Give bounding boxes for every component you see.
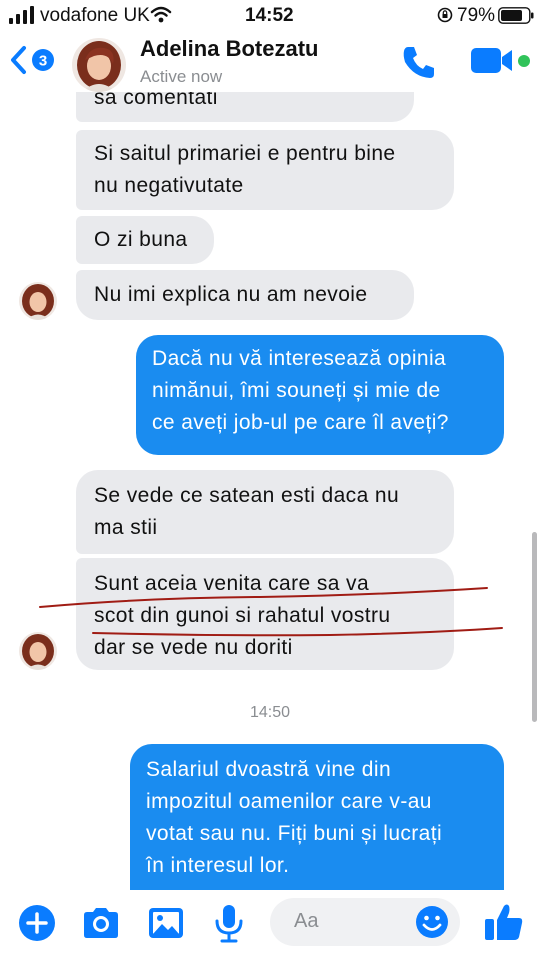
clock-label: 14:52 <box>245 5 294 26</box>
message-text: Se vede ce satean esti daca nu ma stii <box>94 484 400 539</box>
emoji-icon[interactable] <box>414 904 450 940</box>
gallery-icon[interactable] <box>145 902 187 944</box>
message-text: Nu imi explica nu am nevoie <box>94 283 368 306</box>
plus-icon[interactable] <box>16 902 58 944</box>
message-text: Sunt aceia venita care sa va scot din gu… <box>94 572 391 659</box>
message-bubble-incoming[interactable]: O zi buna <box>76 216 214 264</box>
message-text: Dacă nu vă interesează opinia nimănui, î… <box>152 347 449 434</box>
message-bubble-incoming[interactable]: Nu imi explica nu am nevoie <box>76 270 414 320</box>
message-list[interactable]: sa comentati Si saitul primariei e pentr… <box>0 92 540 890</box>
video-camera-icon[interactable] <box>470 45 532 77</box>
message-bubble-outgoing[interactable]: Salariul dvoastră vine din impozitul oam… <box>130 744 504 890</box>
message-text: sa comentati <box>94 92 218 109</box>
wifi-icon <box>150 6 172 23</box>
message-text: Si saitul primariei e pentru bine nu neg… <box>94 142 396 197</box>
chat-header: 3 Adelina Botezatu Active now <box>0 30 540 92</box>
phone-icon[interactable] <box>400 43 438 81</box>
message-timestamp: 14:50 <box>249 704 291 721</box>
contact-avatar-small[interactable] <box>19 282 57 320</box>
presence-status: Active now <box>140 67 223 86</box>
contact-avatar-small[interactable] <box>19 632 57 670</box>
composer-bar: Aa <box>0 890 540 960</box>
rotation-lock-icon <box>437 7 453 23</box>
unread-count: 3 <box>39 53 47 70</box>
thumbs-up-icon[interactable] <box>482 900 526 944</box>
message-bubble-incoming[interactable]: Sunt aceia venita care sa va scot din gu… <box>76 558 454 670</box>
message-bubble-incoming[interactable]: Se vede ce satean esti daca nu ma stii <box>76 470 454 554</box>
signal-icon <box>9 6 34 24</box>
message-bubble-incoming[interactable]: sa comentati <box>76 92 414 122</box>
contact-name: Adelina Botezatu <box>140 36 319 61</box>
message-bubble-incoming[interactable]: Si saitul primariei e pentru bine nu neg… <box>76 130 454 210</box>
microphone-icon[interactable] <box>208 902 250 944</box>
battery-percent: 79% <box>457 5 496 26</box>
message-input[interactable]: Aa <box>270 898 460 946</box>
scrollbar[interactable] <box>532 532 537 722</box>
message-input-placeholder: Aa <box>294 910 319 932</box>
carrier-label: vodafone UK <box>40 5 150 26</box>
camera-icon[interactable] <box>80 902 122 944</box>
message-bubble-outgoing[interactable]: Dacă nu vă interesează opinia nimănui, î… <box>136 335 504 455</box>
contact-avatar[interactable] <box>72 38 126 92</box>
status-bar: vodafone UK 14:52 79% <box>0 0 540 30</box>
back-chevron-icon[interactable]: 3 <box>6 44 61 76</box>
battery-icon <box>498 7 534 24</box>
message-text: Salariul dvoastră vine din impozitul oam… <box>146 758 443 877</box>
message-text: O zi buna <box>94 228 188 251</box>
